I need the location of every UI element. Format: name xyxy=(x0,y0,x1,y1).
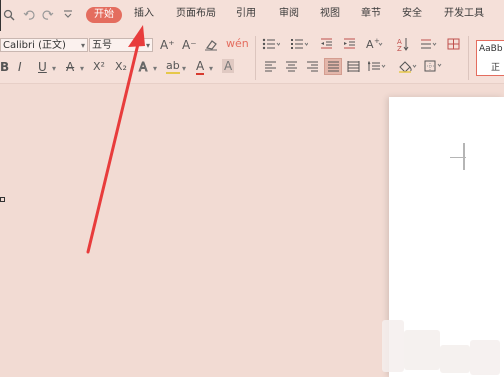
annotation-arrow xyxy=(86,25,145,254)
